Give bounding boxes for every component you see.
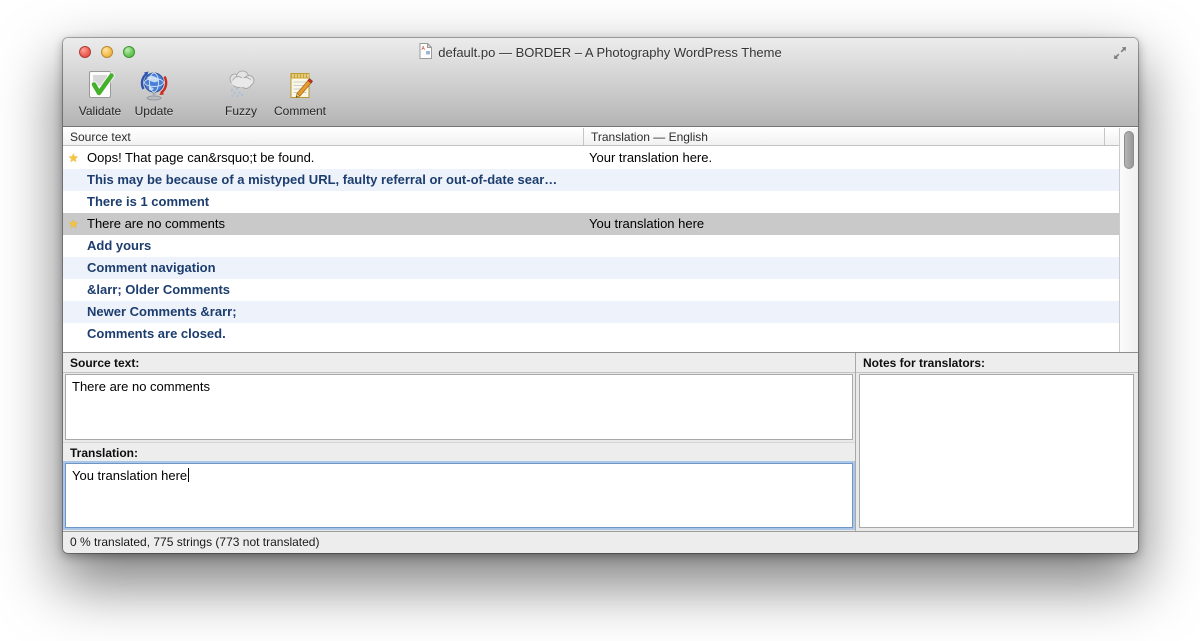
translation-label: Translation: [63, 442, 855, 462]
star-icon: ★ [68, 213, 79, 235]
translation-value: You translation here [72, 468, 187, 483]
desktop: A default.po — BORDER – A Photography Wo… [0, 0, 1200, 641]
vertical-scrollbar[interactable] [1119, 128, 1138, 352]
table-row[interactable]: Newer Comments &rarr; [63, 301, 1119, 323]
table-row[interactable]: This may be because of a mistyped URL, f… [63, 169, 1119, 191]
table-row[interactable]: Add yours [63, 235, 1119, 257]
translation-cell [583, 191, 1119, 213]
source-cell: Add yours [63, 235, 583, 257]
fullscreen-icon[interactable] [1112, 45, 1128, 61]
translation-cell [583, 323, 1119, 345]
update-globe-icon [137, 69, 171, 103]
fuzzy-cloud-icon [224, 69, 258, 103]
string-list: ★ Oops! That page can&rsquo;t be found. … [63, 147, 1119, 352]
translation-cell: Your translation here. [583, 147, 1119, 169]
titlebar: A default.po — BORDER – A Photography Wo… [63, 38, 1138, 66]
validate-button[interactable]: Validate [73, 69, 127, 123]
editor-panel: Source text: There are no comments Trans… [63, 352, 1138, 531]
list-header: Source text Translation — English [63, 128, 1119, 146]
table-row-selected[interactable]: ★ There are no comments You translation … [63, 213, 1119, 235]
editor-left-column: Source text: There are no comments Trans… [63, 353, 855, 532]
poedit-window: A default.po — BORDER – A Photography Wo… [63, 38, 1138, 553]
translation-cell [583, 301, 1119, 323]
translation-cell [583, 279, 1119, 301]
notes-view [859, 374, 1134, 528]
translation-cell [583, 169, 1119, 191]
window-title: default.po — BORDER – A Photography Word… [438, 45, 781, 60]
translation-input[interactable]: You translation here [65, 463, 853, 528]
status-bar: 0 % translated, 775 strings (773 not tra… [63, 531, 1138, 553]
source-cell: There are no comments [63, 213, 583, 235]
column-header-stub [1105, 128, 1119, 145]
toolbar-item-label: Update [135, 104, 174, 118]
source-cell: Comment navigation [63, 257, 583, 279]
scrollbar-thumb[interactable] [1124, 131, 1134, 169]
window-chrome: A default.po — BORDER – A Photography Wo… [63, 38, 1138, 127]
translation-cell [583, 257, 1119, 279]
table-row[interactable]: Comment navigation [63, 257, 1119, 279]
comment-notepad-icon [283, 69, 317, 103]
toolbar: Validate [63, 67, 1138, 125]
editor-right-column: Notes for translators: [855, 353, 1138, 532]
source-cell: &larr; Older Comments [63, 279, 583, 301]
source-text-label: Source text: [63, 353, 855, 373]
comment-button[interactable]: Comment [268, 69, 332, 123]
text-caret [188, 468, 189, 482]
source-cell: Comments are closed. [63, 323, 583, 345]
validate-check-icon [83, 69, 117, 103]
table-row[interactable]: There is 1 comment [63, 191, 1119, 213]
star-icon: ★ [68, 147, 79, 169]
column-header-source[interactable]: Source text [63, 128, 583, 145]
source-cell: Newer Comments &rarr; [63, 301, 583, 323]
toolbar-item-label: Fuzzy [225, 104, 257, 118]
source-cell: This may be because of a mistyped URL, f… [63, 169, 583, 191]
toolbar-item-label: Comment [274, 104, 326, 118]
translation-cell [583, 235, 1119, 257]
translation-cell: You translation here [583, 213, 1119, 235]
source-cell: Oops! That page can&rsquo;t be found. [63, 147, 583, 169]
notes-label: Notes for translators: [856, 353, 1138, 373]
source-cell: There is 1 comment [63, 191, 583, 213]
table-row[interactable]: &larr; Older Comments [63, 279, 1119, 301]
toolbar-item-label: Validate [79, 104, 121, 118]
table-row[interactable]: ★ Oops! That page can&rsquo;t be found. … [63, 147, 1119, 169]
source-text-view: There are no comments [65, 374, 853, 440]
document-icon: A [419, 43, 432, 62]
source-text-value: There are no comments [72, 379, 210, 394]
column-header-translation[interactable]: Translation — English [583, 128, 1105, 145]
table-row[interactable]: Comments are closed. [63, 323, 1119, 345]
update-button[interactable]: Update [127, 69, 181, 123]
fuzzy-button[interactable]: Fuzzy [216, 69, 266, 123]
